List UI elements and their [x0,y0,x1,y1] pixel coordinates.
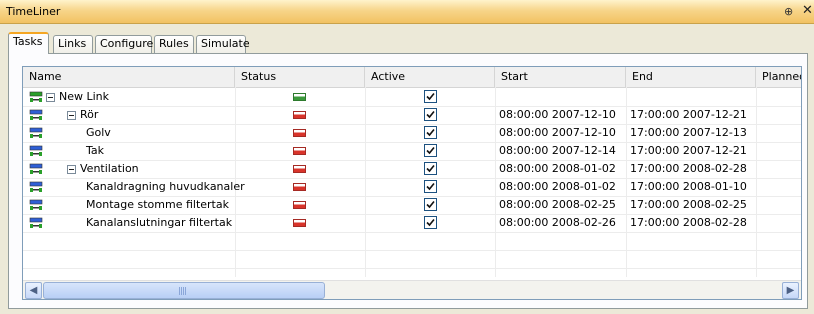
column-header-end[interactable]: End [626,67,756,87]
horizontal-scrollbar[interactable]: ◀ ▶ [23,280,801,299]
active-checkbox[interactable] [424,198,437,211]
task-icon [29,109,43,121]
task-icon [29,127,43,139]
tab-rules[interactable]: Rules [154,35,194,53]
start-date[interactable]: 08:00:00 2008-02-26 [499,214,616,232]
task-icon [29,163,43,175]
tab-tasks[interactable]: Tasks [8,32,49,54]
active-checkbox[interactable] [424,144,437,157]
status-late-icon [293,129,306,137]
status-late-icon [293,111,306,119]
task-name[interactable]: Rör [80,106,98,124]
task-name[interactable]: Ventilation [80,160,139,178]
collapse-icon[interactable] [46,92,55,102]
status-late-icon [293,201,306,209]
start-date[interactable]: 08:00:00 2007-12-10 [499,124,616,142]
tab-simulate[interactable]: Simulate [196,35,250,53]
active-checkbox[interactable] [424,90,437,103]
end-date[interactable]: 17:00:00 2007-12-13 [630,124,747,142]
start-date[interactable]: 08:00:00 2008-01-02 [499,178,616,196]
active-checkbox[interactable] [424,108,437,121]
table-row[interactable]: Tak 08:00:00 2007-12-14 17:00:00 2007-12-2… [23,142,801,161]
table-row[interactable]: New Link [23,88,801,107]
table-row[interactable]: Kanalanslutningar filtertak 08:00:00 2008… [23,214,801,233]
end-date[interactable]: 17:00:00 2008-02-28 [630,160,747,178]
empty-row [23,250,801,269]
close-icon[interactable]: ✕ [802,3,814,19]
end-date[interactable]: 17:00:00 2007-12-21 [630,106,747,124]
task-icon [29,181,43,193]
column-header-status[interactable]: Status [235,67,365,87]
start-date[interactable]: 08:00:00 2008-02-25 [499,196,616,214]
tab-links[interactable]: Links [53,35,93,53]
title-bar: TimeLiner ⊕ ✕ [0,0,814,24]
scroll-grip-icon [179,287,187,295]
start-date[interactable]: 08:00:00 2007-12-10 [499,106,616,124]
grid-header: Name Status Active Start End Planned [23,67,801,88]
start-date[interactable]: 08:00:00 2007-12-14 [499,142,616,160]
task-name[interactable]: Kanalanslutningar filtertak [86,214,232,232]
task-name[interactable]: Tak [86,142,104,160]
task-grid[interactable]: Name Status Active Start End Planned New… [22,66,802,300]
task-icon [29,199,43,211]
end-date[interactable]: 17:00:00 2008-02-25 [630,196,747,214]
scroll-thumb[interactable] [43,282,325,299]
status-ok-icon [293,93,306,101]
active-checkbox[interactable] [424,162,437,175]
column-header-name[interactable]: Name [23,67,235,87]
task-name[interactable]: Montage stomme filtertak [86,196,229,214]
table-row[interactable]: Kanaldragning huvudkanaler 08:00:00 2008-… [23,178,801,197]
task-name[interactable]: Kanaldragning huvudkanaler [86,178,245,196]
task-name[interactable]: Golv [86,124,111,142]
scroll-right-icon[interactable]: ▶ [782,282,799,299]
table-row[interactable]: Montage stomme filtertak 08:00:00 2008-02… [23,196,801,215]
table-row[interactable]: Golv 08:00:00 2007-12-10 17:00:00 2007-12-… [23,124,801,143]
task-name[interactable]: New Link [59,88,109,106]
table-row[interactable]: Rör 08:00:00 2007-12-10 17:00:00 2007-12-2… [23,106,801,125]
status-late-icon [293,165,306,173]
pin-icon[interactable]: ⊕ [784,5,797,18]
column-header-active[interactable]: Active [365,67,495,87]
status-late-icon [293,147,306,155]
empty-row [23,232,801,251]
column-header-start[interactable]: Start [495,67,626,87]
window-title: TimeLiner [6,5,61,18]
active-checkbox[interactable] [424,180,437,193]
start-date[interactable]: 08:00:00 2008-01-02 [499,160,616,178]
collapse-icon[interactable] [67,164,76,174]
scroll-left-icon[interactable]: ◀ [25,282,42,299]
active-checkbox[interactable] [424,216,437,229]
task-icon [29,217,43,229]
task-icon [29,91,43,103]
table-row[interactable]: Ventilation 08:00:00 2008-01-02 17:00:00 2… [23,160,801,179]
end-date[interactable]: 17:00:00 2008-01-10 [630,178,747,196]
end-date[interactable]: 17:00:00 2008-02-28 [630,214,747,232]
status-late-icon [293,183,306,191]
active-checkbox[interactable] [424,126,437,139]
column-header-planned[interactable]: Planned [756,67,801,87]
end-date[interactable]: 17:00:00 2007-12-21 [630,142,747,160]
collapse-icon[interactable] [67,110,76,120]
task-icon [29,145,43,157]
tab-configure[interactable]: Configure [95,35,153,53]
status-late-icon [293,219,306,227]
